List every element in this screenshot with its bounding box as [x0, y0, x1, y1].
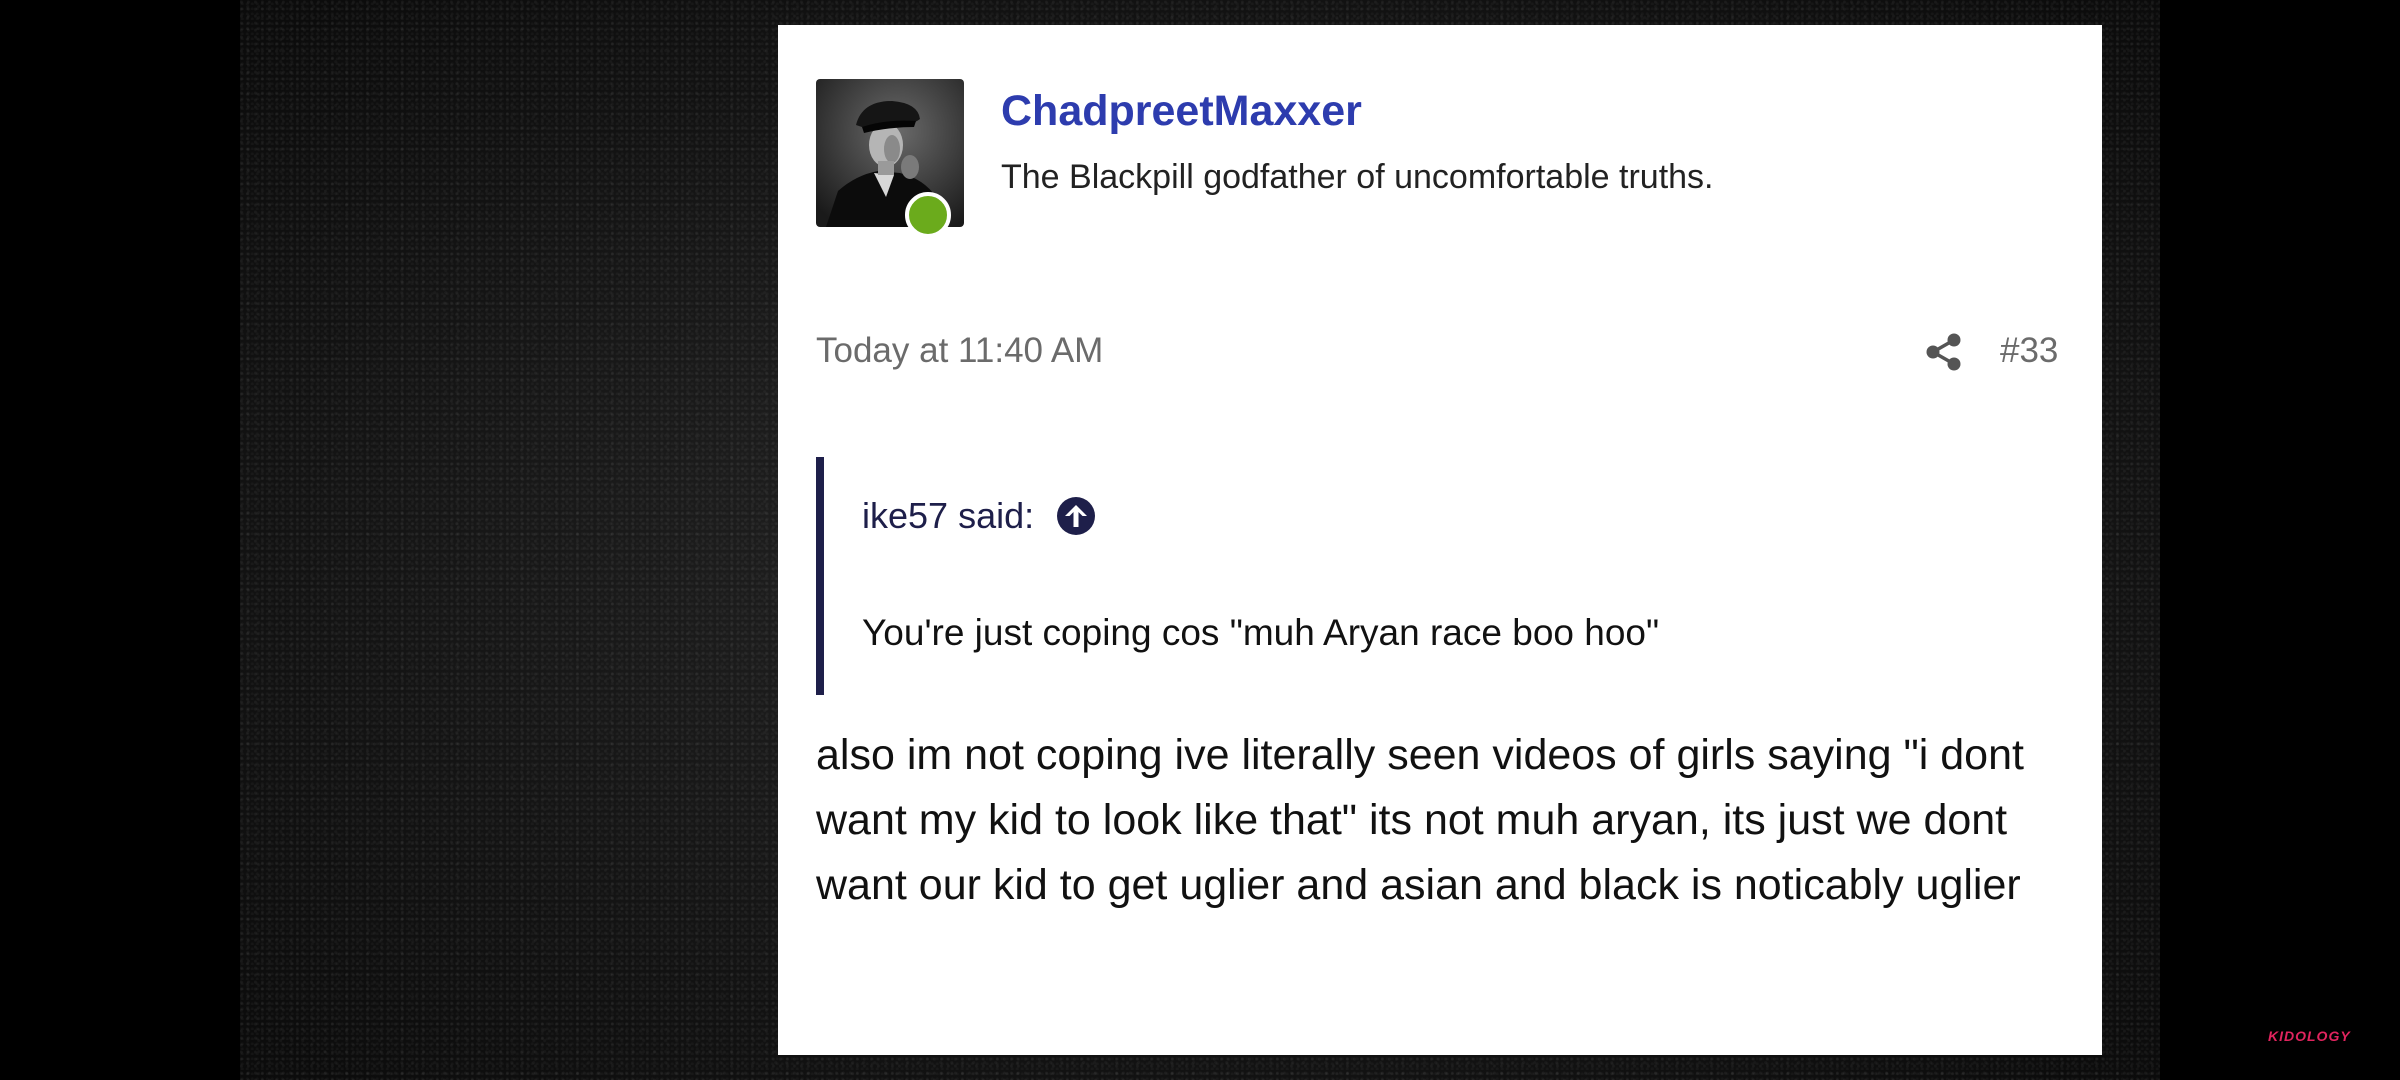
quote-block: ike57 said: You're just coping cos "muh … — [816, 457, 2076, 695]
arrow-up-circle-icon[interactable] — [1056, 496, 1096, 536]
post-body-text: also im not coping ive literally seen vi… — [816, 731, 2024, 909]
quote-header: ike57 said: — [862, 495, 1096, 537]
video-frame: ChadpreetMaxxer The Blackpill godfather … — [240, 0, 2160, 1080]
forum-post: ChadpreetMaxxer The Blackpill godfather … — [778, 25, 2102, 1055]
quote-author-link[interactable]: ike57 said: — [862, 495, 1034, 537]
post-timestamp[interactable]: Today at 11:40 AM — [816, 331, 1103, 371]
avatar[interactable] — [816, 79, 964, 238]
online-status-dot — [905, 192, 951, 238]
user-title: The Blackpill godfather of uncomfortable… — [1001, 158, 1714, 196]
quote-text: You're just coping cos "muh Aryan race b… — [862, 612, 1660, 653]
share-icon[interactable] — [1925, 332, 1963, 372]
channel-watermark: KIDOLOGY — [2268, 1028, 2351, 1044]
post-number-link[interactable]: #33 — [2000, 331, 2058, 371]
screen: ChadpreetMaxxer The Blackpill godfather … — [0, 0, 2400, 1080]
username-link[interactable]: ChadpreetMaxxer — [1001, 87, 1362, 136]
